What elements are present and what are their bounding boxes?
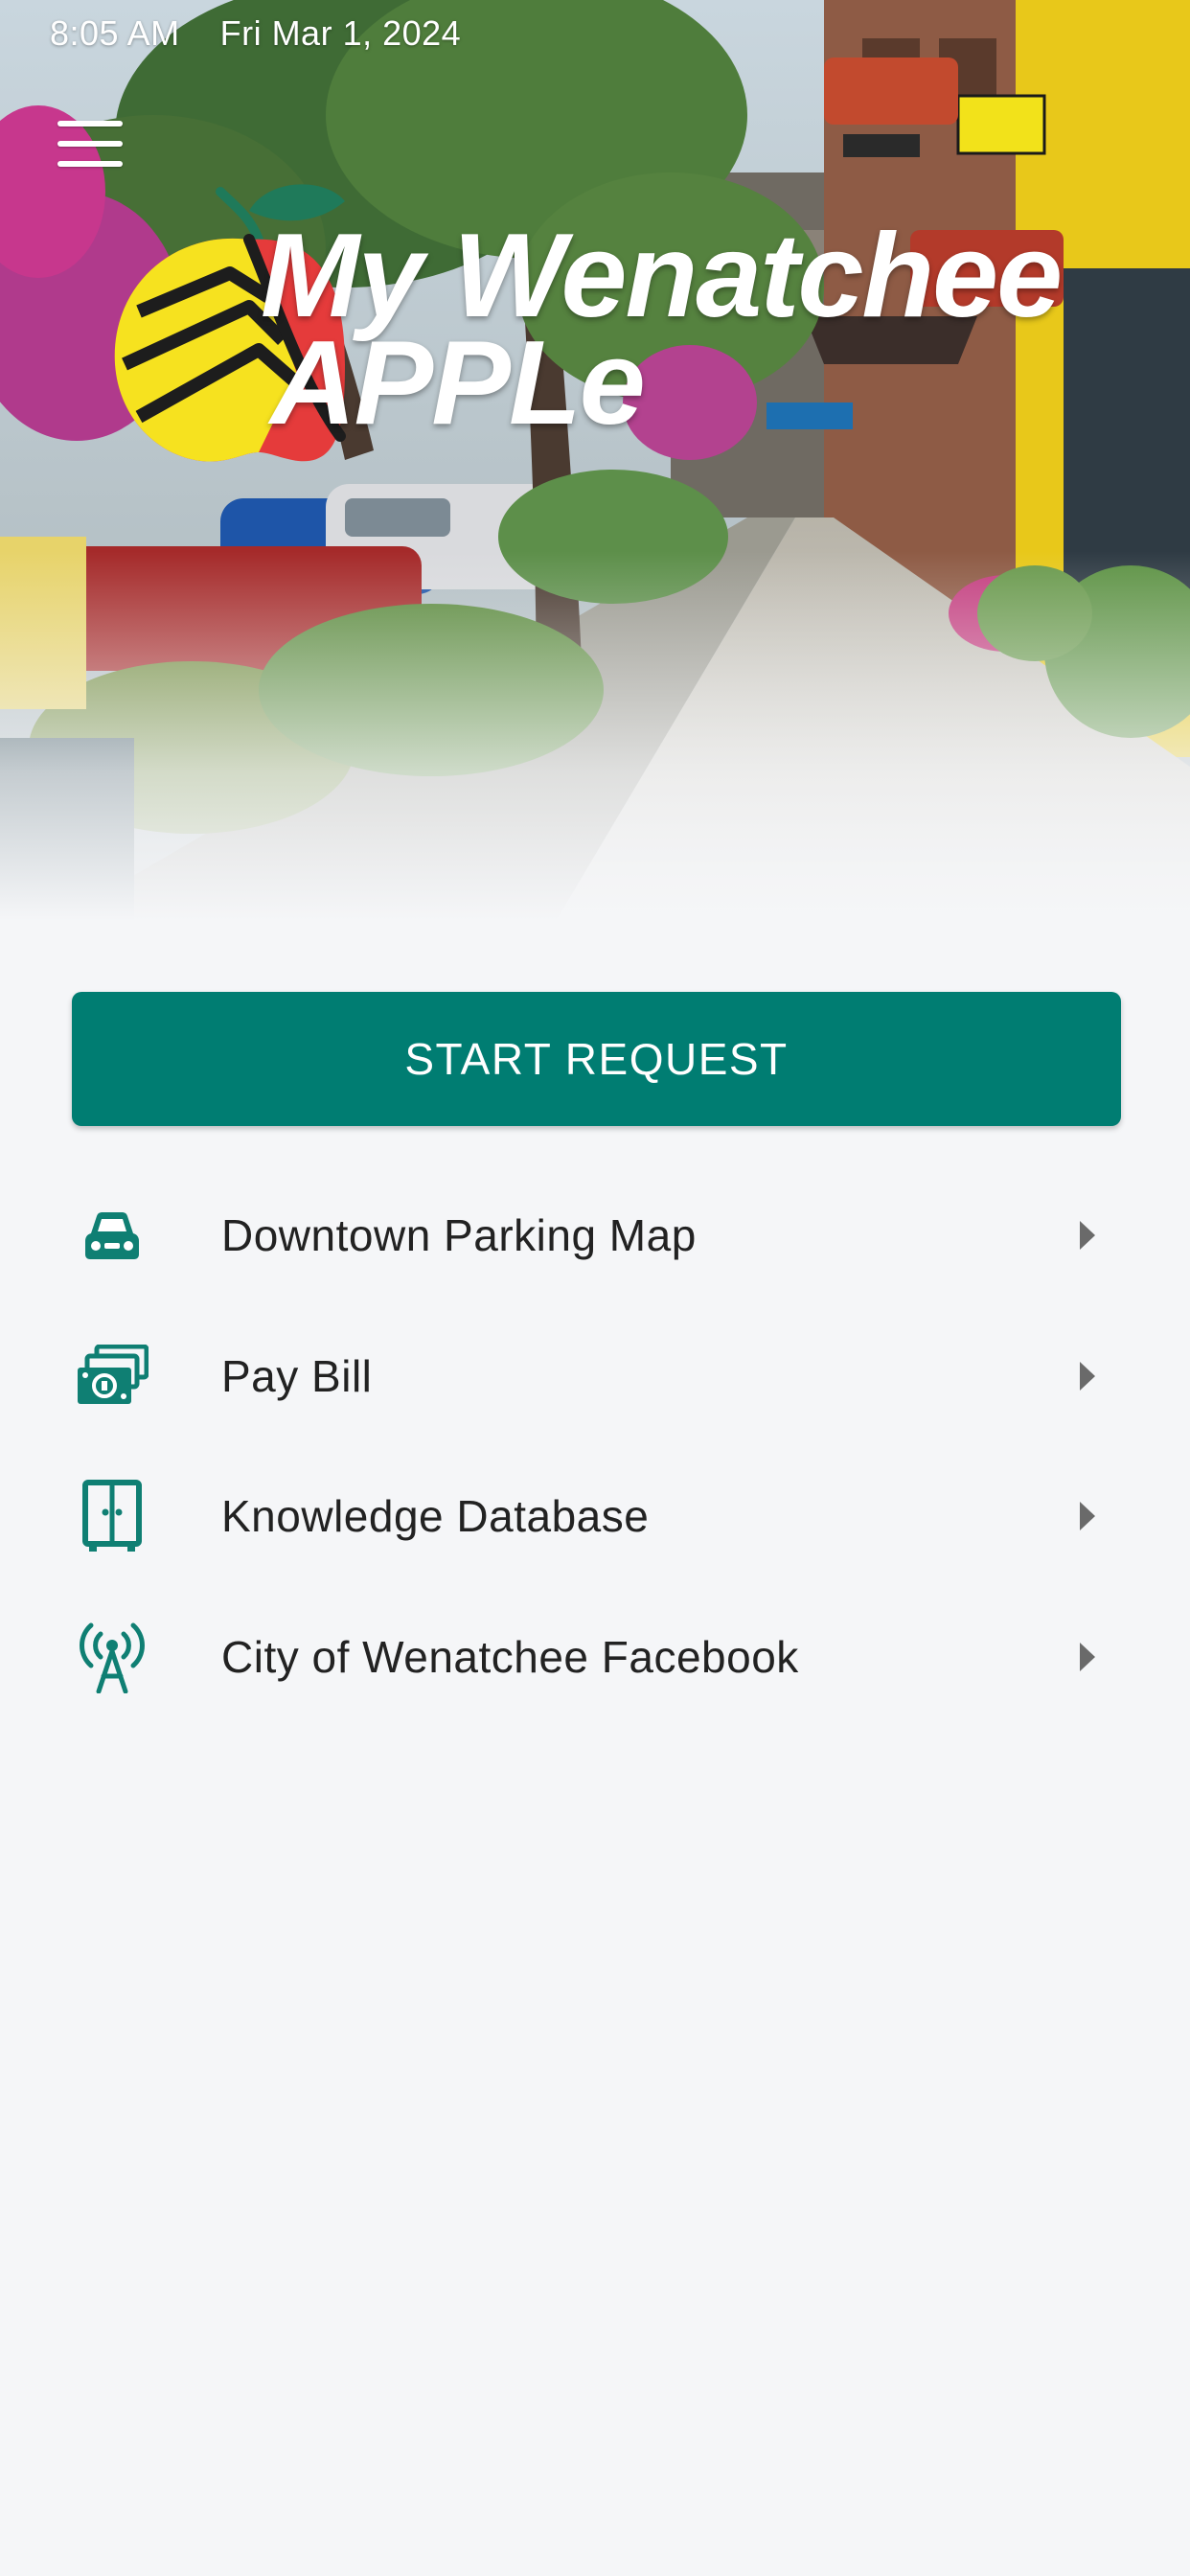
hero-fade-overlay (0, 551, 1190, 954)
status-time: 8:05 AM (50, 13, 180, 53)
app-logo-text: My Wenatchee APPLe (261, 217, 1063, 449)
menu-item-label: Downtown Parking Map (221, 1210, 697, 1261)
hamburger-menu-icon[interactable] (57, 121, 123, 167)
caret-right-icon (1080, 1361, 1095, 1391)
car-icon (75, 1198, 149, 1273)
hero-banner: 8:05 AM Fri Mar 1, 2024 My Wenatchee APP… (0, 0, 1190, 954)
logo-line-2: APPLe (270, 317, 646, 449)
broadcast-tower-icon (75, 1620, 149, 1694)
menu-item-pay-bill[interactable]: Pay Bill (0, 1306, 1190, 1447)
menu-item-label: Pay Bill (221, 1350, 373, 1401)
menu-item-city-of-wenatchee-facebook[interactable]: City of Wenatchee Facebook (0, 1587, 1190, 1728)
caret-right-icon (1080, 1642, 1095, 1671)
status-bar: 8:05 AM Fri Mar 1, 2024 (50, 13, 461, 54)
menu-item-downtown-parking-map[interactable]: Downtown Parking Map (0, 1165, 1190, 1306)
money-bills-icon (75, 1339, 149, 1414)
menu-item-label: City of Wenatchee Facebook (221, 1631, 799, 1682)
cabinet-icon (75, 1479, 149, 1553)
caret-right-icon (1080, 1502, 1095, 1531)
status-date: Fri Mar 1, 2024 (219, 13, 462, 53)
menu-item-label: Knowledge Database (221, 1491, 650, 1542)
quick-links-list: Downtown Parking Map Pay Bill Knowledge … (0, 1165, 1190, 1727)
caret-right-icon (1080, 1221, 1095, 1251)
menu-item-knowledge-database[interactable]: Knowledge Database (0, 1446, 1190, 1587)
start-request-button[interactable]: START REQUEST (72, 992, 1121, 1126)
